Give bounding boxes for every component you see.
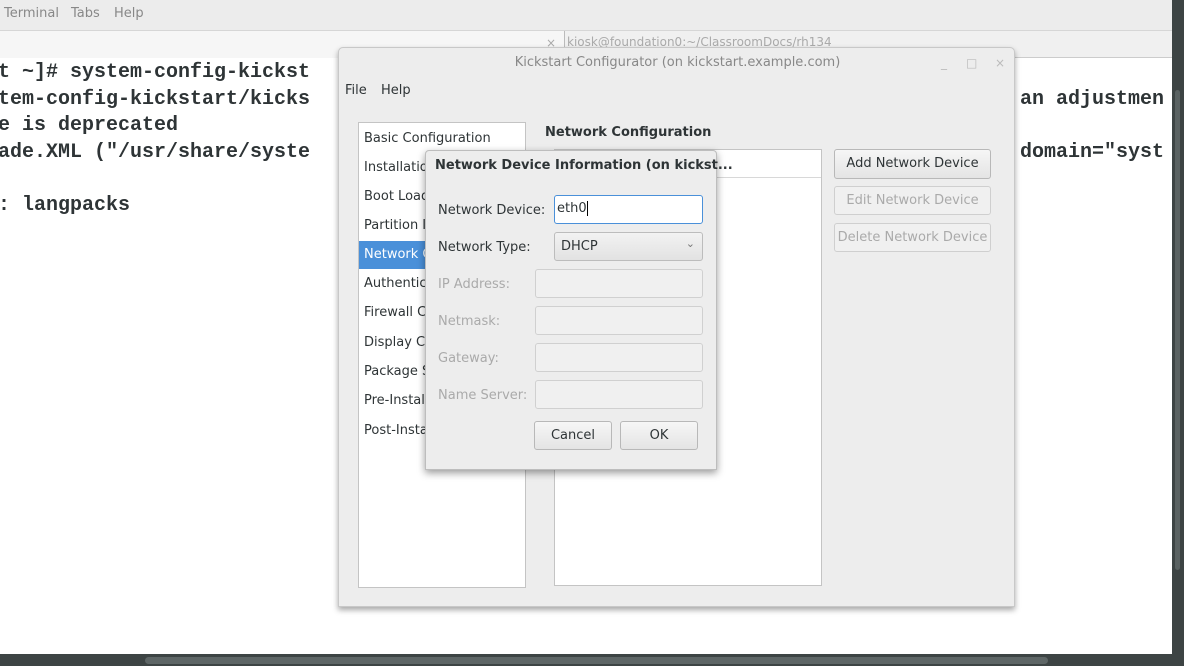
terminal-line: domain="syst xyxy=(1020,141,1165,164)
terminal-menu-terminal[interactable]: Terminal xyxy=(4,6,59,21)
name-server-label: Name Server: xyxy=(438,388,528,403)
chevron-down-icon: ⌄ xyxy=(685,237,695,250)
terminal-menu-tabs[interactable]: Tabs xyxy=(71,6,100,21)
gateway-label: Gateway: xyxy=(438,351,499,366)
network-type-label: Network Type: xyxy=(438,240,531,255)
name-server-input[interactable] xyxy=(535,380,703,409)
sidebar-item-basic-configuration[interactable]: Basic Configuration xyxy=(359,125,525,153)
ip-address-input[interactable] xyxy=(535,269,703,298)
network-device-input[interactable]: eth0 xyxy=(554,195,703,224)
terminal-line: e is deprecated xyxy=(0,114,179,137)
menu-help[interactable]: Help xyxy=(381,83,411,98)
network-type-select[interactable]: DHCP ⌄ xyxy=(554,232,703,261)
dialog-title: Network Device Information (on kickst... xyxy=(435,158,733,173)
netmask-input[interactable] xyxy=(535,306,703,335)
terminal-menubar: Terminal Tabs Help xyxy=(0,0,1172,31)
minimize-icon[interactable]: _ xyxy=(941,56,947,70)
terminal-line: an adjustmen xyxy=(1020,88,1165,111)
terminal-line: ade.XML ("/usr/share/syste xyxy=(0,141,311,164)
menu-file[interactable]: File xyxy=(345,83,367,98)
terminal-line: : langpacks xyxy=(0,194,131,217)
scrollbar-thumb[interactable] xyxy=(1175,90,1180,570)
edit-network-device-button[interactable]: Edit Network Device xyxy=(834,186,991,215)
maximize-icon[interactable]: □ xyxy=(966,56,977,70)
ip-address-label: IP Address: xyxy=(438,277,510,292)
cancel-button[interactable]: Cancel xyxy=(534,421,612,450)
terminal-line: t ~]# system-config-kickst xyxy=(0,61,311,84)
terminal-menu-help[interactable]: Help xyxy=(114,6,144,21)
add-network-device-button[interactable]: Add Network Device xyxy=(834,149,991,179)
gateway-input[interactable] xyxy=(535,343,703,372)
terminal-line: tem-config-kickstart/kicks xyxy=(0,88,311,111)
ok-button[interactable]: OK xyxy=(620,421,698,450)
network-device-dialog: Network Device Information (on kickst...… xyxy=(425,150,733,470)
netmask-label: Netmask: xyxy=(438,314,501,329)
window-title: Kickstart Configurator (on kickstart.exa… xyxy=(514,55,841,70)
network-device-value: eth0 xyxy=(557,201,587,216)
horizontal-scrollbar-thumb[interactable] xyxy=(145,657,1048,664)
delete-network-device-button[interactable]: Delete Network Device xyxy=(834,223,991,252)
network-device-label: Network Device: xyxy=(438,203,546,218)
network-type-value: DHCP xyxy=(561,239,598,254)
section-title: Network Configuration xyxy=(545,125,712,140)
close-icon[interactable]: × xyxy=(995,56,1005,70)
text-cursor xyxy=(586,201,588,216)
